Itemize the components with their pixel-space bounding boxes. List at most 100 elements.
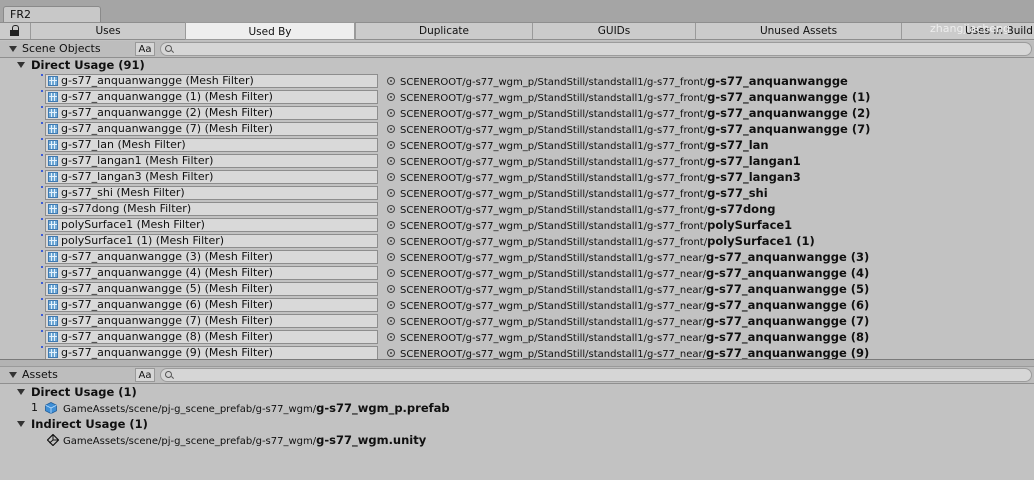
target-icon[interactable] [387,205,395,213]
object-field[interactable]: g-s77_anquanwangge (7) (Mesh Filter) [45,314,378,328]
table-row[interactable]: g-s77_langan3 (Mesh Filter) SCENEROOT/g-s… [0,169,1034,185]
target-icon[interactable] [387,285,395,293]
asset-indirect-usage-title: Indirect Usage (1) [31,417,148,431]
prefab-icon [45,402,57,414]
object-field[interactable]: g-s77_anquanwangge (5) (Mesh Filter) [45,282,378,296]
tab-guids[interactable]: GUIDs [532,23,695,39]
object-field[interactable]: g-s77_lan (Mesh Filter) [45,138,378,152]
object-field[interactable]: g-s77_langan3 (Mesh Filter) [45,170,378,184]
target-icon[interactable] [387,317,395,325]
object-field[interactable]: g-s77_anquanwangge (2) (Mesh Filter) [45,106,378,120]
target-icon[interactable] [387,77,395,85]
case-sensitive-toggle[interactable]: Aa [135,368,155,382]
fold-arrow-icon[interactable] [17,62,25,68]
target-icon[interactable] [387,157,395,165]
asset-row-prefab[interactable]: 1 GameAssets/scene/pj-g_scene_prefab/g-s… [0,400,1034,416]
assets-search-input[interactable] [160,368,1032,382]
object-field[interactable]: g-s77_shi (Mesh Filter) [45,186,378,200]
target-icon[interactable] [387,333,395,341]
table-row[interactable]: g-s77_anquanwangge (9) (Mesh Filter) SCEN… [0,345,1034,359]
assets-header[interactable]: Assets Aa [0,367,1034,384]
target-icon[interactable] [387,253,395,261]
table-row[interactable]: g-s77_anquanwangge (7) (Mesh Filter) SCEN… [0,313,1034,329]
fold-arrow-icon[interactable] [9,46,17,52]
search-icon [165,371,172,378]
link-dot [41,282,43,284]
target-icon[interactable] [387,173,395,181]
table-row[interactable]: g-s77_anquanwangge (7) (Mesh Filter) SCEN… [0,121,1034,137]
mesh-filter-icon [48,252,58,262]
fold-arrow-icon[interactable] [9,372,17,378]
mesh-filter-icon [48,172,58,182]
panel-splitter[interactable] [0,359,1034,367]
target-icon[interactable] [387,237,395,245]
tab-uses[interactable]: Uses [30,23,185,39]
object-field[interactable]: polySurface1 (Mesh Filter) [45,218,378,232]
object-label: g-s77_anquanwangge (1) (Mesh Filter) [61,90,273,103]
table-row[interactable]: g-s77_anquanwangge (4) (Mesh Filter) SCEN… [0,265,1034,281]
asset-indirect-usage-group[interactable]: Indirect Usage (1) [0,416,1034,432]
scene-objects-list[interactable]: Direct Usage (91) g-s77_anquanwangge (Me… [0,57,1034,359]
object-field[interactable]: g-s77_anquanwangge (6) (Mesh Filter) [45,298,378,312]
object-field[interactable]: g-s77dong (Mesh Filter) [45,202,378,216]
object-field[interactable]: polySurface1 (1) (Mesh Filter) [45,234,378,248]
table-row[interactable]: polySurface1 (Mesh Filter) SCENEROOT/g-s7… [0,217,1034,233]
target-icon[interactable] [387,189,395,197]
tab-duplicate[interactable]: Duplicate [355,23,532,39]
object-field[interactable]: g-s77_anquanwangge (Mesh Filter) [45,74,378,88]
object-field[interactable]: g-s77_anquanwangge (8) (Mesh Filter) [45,330,378,344]
object-field[interactable]: g-s77_anquanwangge (9) (Mesh Filter) [45,346,378,359]
case-sensitive-toggle[interactable]: Aa [135,42,155,56]
link-dot [41,138,43,140]
table-row[interactable]: g-s77_anquanwangge (Mesh Filter) SCENEROO… [0,73,1034,89]
table-row[interactable]: g-s77_anquanwangge (2) (Mesh Filter) SCEN… [0,105,1034,121]
target-icon[interactable] [387,301,395,309]
tab-unused-assets[interactable]: Unused Assets [695,23,901,39]
target-icon[interactable] [387,93,395,101]
fold-arrow-icon[interactable] [17,421,25,427]
asset-row-scene[interactable]: GameAssets/scene/pj-g_scene_prefab/g-s77… [0,432,1034,448]
object-field[interactable]: g-s77_anquanwangge (4) (Mesh Filter) [45,266,378,280]
table-row[interactable]: g-s77_shi (Mesh Filter) SCENEROOT/g-s77_w… [0,185,1034,201]
hierarchy-path[interactable]: SCENEROOT/g-s77_wgm_p/StandStill/standst… [400,345,869,359]
fold-arrow-icon[interactable] [17,389,25,395]
table-row[interactable]: polySurface1 (1) (Mesh Filter) SCENEROOT/… [0,233,1034,249]
table-row[interactable]: g-s77_lan (Mesh Filter) SCENEROOT/g-s77_w… [0,137,1034,153]
mesh-filter-icon [48,108,58,118]
target-icon[interactable] [387,269,395,277]
asset-direct-usage-group[interactable]: Direct Usage (1) [0,384,1034,400]
object-label: g-s77_anquanwangge (2) (Mesh Filter) [61,106,273,119]
table-row[interactable]: g-s77_anquanwangge (8) (Mesh Filter) SCEN… [0,329,1034,345]
watermark-text: zhangjiacheng [930,22,1011,35]
direct-usage-group[interactable]: Direct Usage (91) [0,57,1034,73]
target-icon[interactable] [387,221,395,229]
object-label: g-s77_langan3 (Mesh Filter) [61,170,214,183]
object-field[interactable]: g-s77_anquanwangge (3) (Mesh Filter) [45,250,378,264]
table-row[interactable]: g-s77dong (Mesh Filter) SCENEROOT/g-s77_w… [0,201,1034,217]
object-field[interactable]: g-s77_langan1 (Mesh Filter) [45,154,378,168]
target-icon[interactable] [387,125,395,133]
scene-objects-header[interactable]: Scene Objects Aa [0,41,1034,58]
object-field[interactable]: g-s77_anquanwangge (1) (Mesh Filter) [45,90,378,104]
table-row[interactable]: g-s77_langan1 (Mesh Filter) SCENEROOT/g-s… [0,153,1034,169]
target-icon[interactable] [387,109,395,117]
table-row[interactable]: g-s77_anquanwangge (1) (Mesh Filter) SCEN… [0,89,1034,105]
lock-icon[interactable] [0,23,30,39]
table-row[interactable]: g-s77_anquanwangge (3) (Mesh Filter) SCEN… [0,249,1034,265]
mesh-filter-icon [48,140,58,150]
object-field[interactable]: g-s77_anquanwangge (7) (Mesh Filter) [45,122,378,136]
direct-usage-title: Direct Usage (91) [31,58,145,72]
scene-search-input[interactable] [160,42,1032,56]
target-icon[interactable] [387,141,395,149]
target-icon[interactable] [387,349,395,357]
object-label: g-s77_anquanwangge (9) (Mesh Filter) [61,346,273,359]
link-dot [41,218,43,220]
object-label: g-s77_anquanwangge (5) (Mesh Filter) [61,282,273,295]
object-label: g-s77_shi (Mesh Filter) [61,186,185,199]
window-tab-fr2[interactable]: FR2 [3,6,101,22]
table-row[interactable]: g-s77_anquanwangge (6) (Mesh Filter) SCEN… [0,297,1034,313]
tab-used-by[interactable]: Used By [185,22,355,40]
tab-label: Duplicate [418,25,470,37]
table-row[interactable]: g-s77_anquanwangge (5) (Mesh Filter) SCEN… [0,281,1034,297]
mesh-filter-icon [48,316,58,326]
